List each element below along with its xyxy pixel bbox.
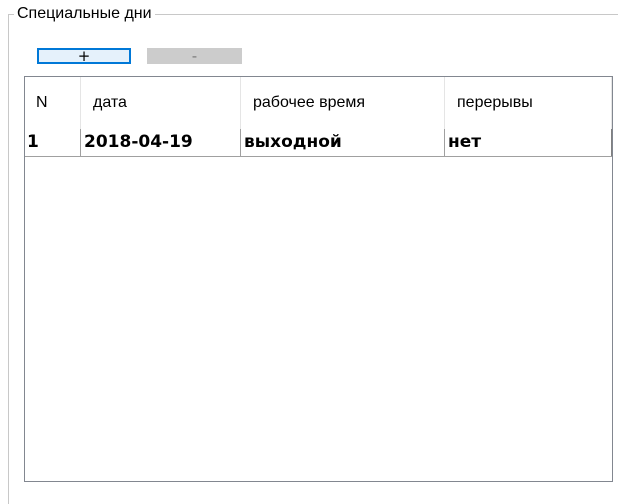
table-header: N дата рабочее время перерывы [25,77,612,129]
cell-date[interactable]: 2018-04-19 [81,129,241,156]
table-row[interactable]: 1 2018-04-19 выходной нет [25,129,612,157]
add-button[interactable]: + [37,48,131,64]
special-days-table[interactable]: N дата рабочее время перерывы 1 2018-04-… [24,76,613,482]
remove-button[interactable]: - [147,48,242,64]
cell-work-time[interactable]: выходной [241,129,445,156]
group-title: Специальные дни [14,4,155,24]
column-header-n[interactable]: N [25,77,81,129]
column-header-breaks[interactable]: перерывы [445,77,612,129]
column-header-work-time[interactable]: рабочее время [241,77,445,129]
cell-n[interactable]: 1 [25,129,81,156]
column-header-date[interactable]: дата [81,77,241,129]
cell-breaks[interactable]: нет [445,129,612,156]
